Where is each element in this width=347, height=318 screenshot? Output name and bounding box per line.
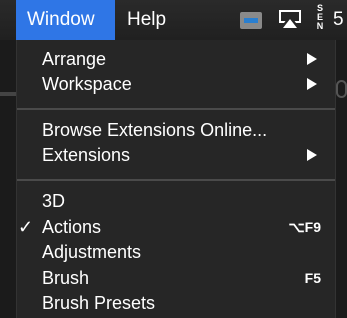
menu-item-label: Adjustments [42,242,142,262]
menubar-help[interactable]: Help [127,0,166,40]
menu-item-browse-extensions-online[interactable]: Browse Extensions Online... [17,118,335,142]
menu-item-label: Actions [42,217,102,237]
menu-item-label: Brush Presets [42,293,156,313]
menu-bar: Window Help S E N 5 [0,0,347,40]
menu-item-label: Workspace [42,74,132,94]
background-panel-edge [0,92,16,96]
airplay-icon[interactable] [277,8,303,35]
gopro-icon[interactable] [240,12,262,29]
menu-item-3d[interactable]: 3D [17,189,335,213]
menu-item-label: Arrange [42,49,107,69]
checkmark-icon: ✓ [18,217,34,237]
menu-item-brush-presets[interactable]: Brush Presets [17,291,335,315]
status-number[interactable]: 5 [333,0,344,40]
submenu-arrow-icon [307,53,317,65]
submenu-arrow-icon [307,78,317,90]
menu-separator [17,108,335,110]
background-scroll-edge [336,80,347,98]
menu-item-label: Browse Extensions Online... [42,120,268,140]
keyboard-input-source-icon[interactable]: S E N [316,4,324,31]
menu-item-label: Extensions [42,145,131,165]
menu-item-extensions[interactable]: Extensions [17,143,335,167]
menu-item-shortcut: ⌥F9 [288,219,321,235]
submenu-arrow-icon [307,149,317,161]
input-source-letter: N [316,21,324,31]
menu-separator [17,179,335,181]
menu-item-arrange[interactable]: Arrange [17,47,335,71]
menu-item-label: 3D [42,191,66,211]
menu-item-label: Brush [42,268,90,288]
menubar-window[interactable]: Window [16,0,115,40]
menu-item-adjustments[interactable]: Adjustments [17,240,335,264]
menu-item-shortcut: F5 [304,270,321,286]
menu-item-actions[interactable]: ✓ Actions ⌥F9 [17,215,335,239]
window-dropdown-menu: Arrange Workspace Browse Extensions Onli… [16,40,336,318]
menu-item-brush[interactable]: Brush F5 [17,266,335,290]
menu-item-workspace[interactable]: Workspace [17,72,335,96]
